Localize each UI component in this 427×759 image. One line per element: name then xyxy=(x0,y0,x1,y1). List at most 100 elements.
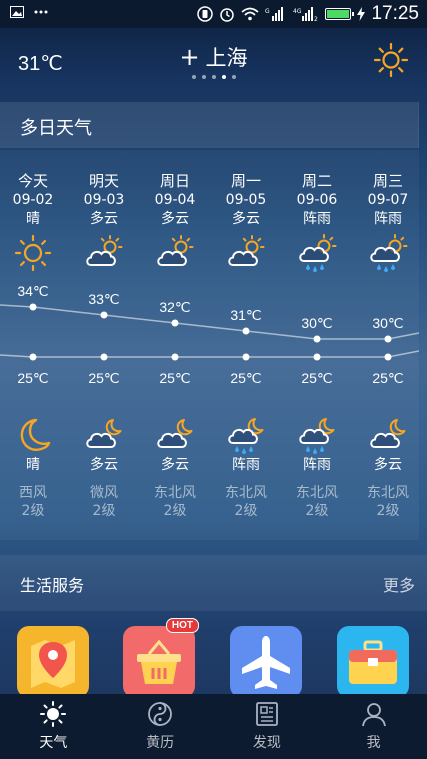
shower-night-icon xyxy=(225,415,267,455)
partly-cloudy-icon xyxy=(83,233,125,273)
page-dot xyxy=(211,75,216,79)
day-label: 周日 xyxy=(159,172,190,190)
high-temp-point xyxy=(100,311,108,319)
alarm-icon xyxy=(220,8,235,22)
high-temp-label: 31℃ xyxy=(230,307,262,323)
partly-cloudy-icon xyxy=(154,233,196,273)
forecast-night-4[interactable]: 阵雨 东北风 2级 xyxy=(282,456,352,520)
low-temp-point xyxy=(313,353,321,361)
forecast-day-0[interactable]: 今天 09-02 晴 xyxy=(0,172,68,229)
wind-direction: 西风 xyxy=(19,485,47,501)
hot-badge: HOT xyxy=(165,618,199,633)
day-date: 09-05 xyxy=(225,192,267,208)
city-selector[interactable]: + 上海 xyxy=(0,42,427,72)
forecast-day-3[interactable]: 周一 09-05 多云 xyxy=(211,172,281,229)
low-temp-label: 25℃ xyxy=(159,370,191,386)
low-temp-label: 25℃ xyxy=(17,370,49,386)
wifi-icon xyxy=(241,7,260,21)
low-temp-point xyxy=(242,353,250,361)
airplane-icon xyxy=(230,626,302,696)
day-weather: 晴 xyxy=(26,211,40,227)
day-label: 周一 xyxy=(230,172,261,190)
high-temp-line xyxy=(0,304,419,340)
more-services-link[interactable]: 更多 xyxy=(383,572,415,596)
day-date: 09-02 xyxy=(12,192,54,208)
shower-icon xyxy=(367,233,409,273)
forecast-title: 多日天气 xyxy=(20,118,92,139)
charging-icon xyxy=(357,7,366,21)
high-temp-point xyxy=(29,303,37,311)
forecast-night-2[interactable]: 多云东北风 2级 xyxy=(140,456,210,520)
wind-level: 2级 xyxy=(234,503,258,519)
forecast-night-1[interactable]: 多云 微风 2级 xyxy=(69,456,139,520)
forecast-day-2[interactable]: 周日 09-04 多云 xyxy=(140,172,210,229)
forecast-day-1[interactable]: 明天 09-03 多云 xyxy=(69,172,139,229)
wind-level: 2级 xyxy=(163,503,187,519)
forecast-night-5[interactable]: 多云 东北风 2级 xyxy=(353,456,423,520)
bottom-tab-bar: 天气 黄历 发现 我 xyxy=(0,694,427,759)
high-temp-label: 32℃ xyxy=(159,299,191,315)
day-weather: 多云 xyxy=(90,211,118,227)
cloudy-night-icon xyxy=(367,415,409,455)
high-temp-point xyxy=(384,335,392,343)
tab-me[interactable]: 我 xyxy=(320,694,427,759)
flight-service-button[interactable] xyxy=(230,626,302,696)
shower-night-icon xyxy=(296,415,338,455)
briefcase-service-button[interactable] xyxy=(337,626,409,696)
low-temp-point xyxy=(171,353,179,361)
tab-almanac[interactable]: 黄历 xyxy=(107,694,214,759)
wind-direction: 东北风 xyxy=(154,485,196,501)
forecast-night-3[interactable]: 阵雨 东北风 2级 xyxy=(211,456,281,520)
day-weather: 阵雨 xyxy=(303,211,331,227)
tab-discover[interactable]: 发现 xyxy=(214,694,321,759)
forecast-day-4[interactable]: 周二 09-06 阵雨 xyxy=(282,172,352,229)
svg-text:G: G xyxy=(265,8,270,15)
more-notifications-icon xyxy=(34,10,48,14)
wind-direction: 东北风 xyxy=(225,485,267,501)
wind-level: 2级 xyxy=(305,503,329,519)
night-weather: 多云 xyxy=(90,457,118,473)
low-temp-point xyxy=(29,353,37,361)
high-temp-label: 30℃ xyxy=(301,315,333,331)
day-weather: 阵雨 xyxy=(374,211,402,227)
page-dot xyxy=(201,75,206,79)
current-weather-sun-icon[interactable] xyxy=(373,42,409,78)
wind-level: 2级 xyxy=(92,503,116,519)
day-label: 周二 xyxy=(301,172,332,190)
user-icon xyxy=(360,700,388,728)
day-label: 周三 xyxy=(372,172,403,190)
map-pin-service-button[interactable] xyxy=(17,626,89,696)
tab-weather[interactable]: 天气 xyxy=(0,694,107,759)
cloudy-night-icon xyxy=(154,415,196,455)
sun-icon xyxy=(12,233,54,273)
day-label: 明天 xyxy=(88,172,119,190)
status-bar: G 4G 2 17:25 xyxy=(0,0,427,28)
forecast-night-0[interactable]: 晴西风 2级 xyxy=(0,456,68,520)
wind-level: 2级 xyxy=(21,503,45,519)
svg-text:2: 2 xyxy=(314,16,318,22)
status-time: 17:25 xyxy=(371,3,419,24)
map-pin-icon xyxy=(17,626,89,696)
tab-me-label: 我 xyxy=(366,735,381,751)
high-temp-label: 33℃ xyxy=(88,291,120,307)
tab-discover-label: 发现 xyxy=(252,735,281,751)
forecast-day-5[interactable]: 周三 09-07 阵雨 xyxy=(353,172,423,229)
wind-level: 2级 xyxy=(376,503,400,519)
signal-icon-2: 4G 2 xyxy=(293,7,318,22)
shopping-service-button[interactable]: HOT xyxy=(123,618,199,696)
shopping-basket-icon xyxy=(123,626,195,696)
low-temp-point xyxy=(384,353,392,361)
wind-direction: 东北风 xyxy=(296,485,338,501)
day-date: 09-07 xyxy=(367,192,409,208)
high-temp-label: 30℃ xyxy=(372,315,404,331)
low-temp-label: 25℃ xyxy=(301,370,333,386)
low-temp-label: 25℃ xyxy=(372,370,404,386)
day-label: 今天 xyxy=(17,172,48,190)
add-city-button[interactable]: + xyxy=(179,43,199,71)
page-dot xyxy=(191,75,196,79)
day-date: 09-03 xyxy=(83,192,125,208)
yin-yang-icon xyxy=(146,700,174,728)
city-name[interactable]: 上海 xyxy=(206,46,248,70)
night-weather: 多云 xyxy=(161,457,189,473)
multi-day-forecast[interactable]: 今天 09-02 晴晴西风 2级 明天 09-03 多云 多云 微风 2级 周日 09-04 多云 多云东… xyxy=(0,150,419,540)
